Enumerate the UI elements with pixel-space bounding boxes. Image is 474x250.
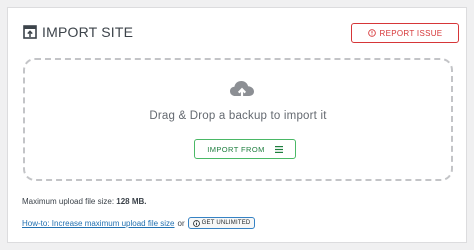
import-icon xyxy=(23,25,37,39)
page-title: IMPORT SITE xyxy=(42,24,134,40)
panel-header: IMPORT SITE REPORT ISSUE xyxy=(8,8,466,54)
panel-title-group: IMPORT SITE xyxy=(23,24,133,40)
cloud-upload-icon xyxy=(230,81,254,100)
import-from-label: IMPORT FROM xyxy=(207,144,265,154)
or-text: or xyxy=(177,218,185,228)
report-issue-label: REPORT ISSUE xyxy=(379,28,443,38)
alert-circle-icon xyxy=(367,29,376,37)
max-upload-info: Maximum upload file size: 128 MB. xyxy=(22,197,147,206)
import-from-button[interactable]: IMPORT FROM xyxy=(194,139,296,159)
info-circle-icon xyxy=(192,219,200,227)
get-unlimited-button[interactable]: GET UNLIMITED xyxy=(187,217,256,229)
max-upload-label: Maximum upload file size: xyxy=(22,197,115,206)
max-upload-value: 128 MB. xyxy=(116,197,147,206)
howto-increase-upload-link[interactable]: How-to: Increase maximum upload file siz… xyxy=(22,219,175,228)
import-site-panel: IMPORT SITE REPORT ISSUE Drag & Drop a b… xyxy=(7,7,467,243)
get-unlimited-label: GET UNLIMITED xyxy=(201,220,251,226)
report-issue-button[interactable]: REPORT ISSUE xyxy=(351,23,459,43)
backup-dropzone[interactable]: Drag & Drop a backup to import it IMPORT… xyxy=(23,58,453,181)
dropzone-instruction: Drag & Drop a backup to import it xyxy=(149,110,327,122)
menu-icon xyxy=(274,145,283,153)
help-row: How-to: Increase maximum upload file siz… xyxy=(22,217,256,229)
